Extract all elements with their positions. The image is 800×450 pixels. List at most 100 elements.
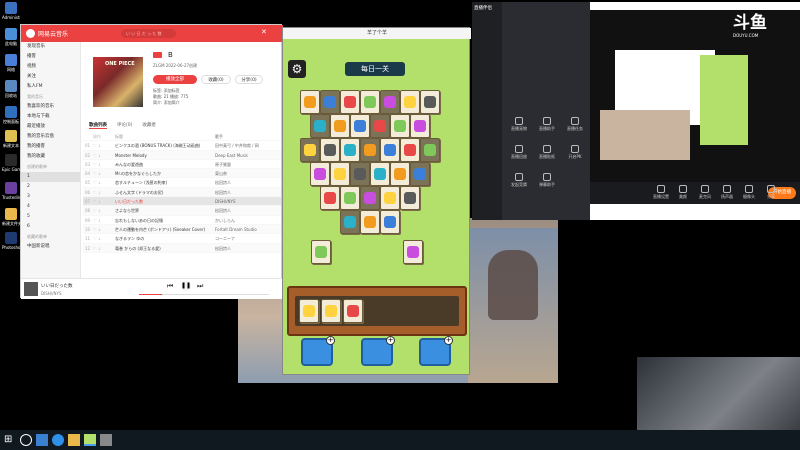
game-tile[interactable] <box>330 114 350 138</box>
game-tile[interactable] <box>340 186 360 210</box>
douyu-tool-button[interactable]: 发起竞猜 <box>508 173 530 189</box>
douyu-bottom-tool[interactable]: 分享 <box>760 185 782 201</box>
game-tile[interactable] <box>380 90 400 114</box>
sidebar-item[interactable]: 本地与下载 <box>21 112 80 122</box>
desktop-icon[interactable]: Administrator <box>2 2 20 28</box>
song-actions-icon[interactable]: ♡ ↓ <box>93 225 115 233</box>
sidebar-item[interactable]: 最近播放 <box>21 122 80 132</box>
table-row[interactable]: 01 ♡ ↓ ビンクスの酒 (BONUS TRACK) (海贼王动画曲) 田中真弓 /… <box>83 141 281 151</box>
sidebar-item[interactable]: 关注 <box>21 72 80 82</box>
game-tile[interactable] <box>390 114 410 138</box>
app-task-icon[interactable] <box>100 434 112 446</box>
windows-start-icon[interactable]: ⊞ <box>4 434 16 446</box>
desktop-icon[interactable]: 网络 <box>2 54 20 80</box>
tab-comments[interactable]: 评论(0) <box>117 122 132 129</box>
table-row[interactable]: 10 ♡ ↓ 芒人の運動を内芒 (ボンドアリ) (Sneaker Cover) For… <box>83 224 281 235</box>
song-actions-icon[interactable]: ♡ ↓ <box>93 244 115 252</box>
song-actions-icon[interactable]: ♡ ↓ <box>93 160 115 168</box>
douyu-bottom-tool[interactable]: 扬声器 <box>716 185 738 201</box>
song-actions-icon[interactable]: ♡ ↓ <box>93 169 115 177</box>
game-tile[interactable] <box>370 114 390 138</box>
desktop-icon[interactable]: 新建文件夹 <box>2 208 20 234</box>
table-row[interactable]: 04 ♡ ↓ Mr.の恋をかなぐらしたか 東山奈 <box>83 169 281 179</box>
song-actions-icon[interactable]: ♡ ↓ <box>93 178 115 186</box>
tab-songs[interactable]: 歌曲列表 <box>89 122 107 129</box>
desktop-icon[interactable]: 此电脑 <box>2 28 20 54</box>
search-input[interactable]: い い 日 だ っ た 数 <box>121 29 176 38</box>
next-track-icon[interactable]: ⏭ <box>197 282 203 291</box>
settings-gear-icon[interactable]: ⚙ <box>288 60 306 78</box>
sidebar-item[interactable]: 发现音乐 <box>21 42 80 52</box>
douyu-bottom-tool[interactable]: 直播设置 <box>650 185 672 201</box>
game-tile[interactable] <box>360 138 380 162</box>
desktop-icon[interactable]: Epic Games Launcher <box>2 154 20 180</box>
tool-shuffle-button[interactable]: + <box>419 336 453 366</box>
sidebar-item[interactable]: 我的音乐云盘 <box>21 132 80 142</box>
game-tile[interactable] <box>420 90 440 114</box>
taskview-icon[interactable] <box>36 434 48 446</box>
sidebar-item[interactable]: 私人FM <box>21 82 80 92</box>
side-stack-tile[interactable] <box>311 240 331 264</box>
douyu-tool-button[interactable]: 直播任务 <box>564 117 586 133</box>
sidebar-item[interactable]: 2 <box>21 182 80 192</box>
close-icon[interactable]: ✕ <box>261 28 267 36</box>
table-row[interactable]: 06 ♡ ↓ ふせん文字 (ドラマのお尻) 松田詩人 <box>83 187 281 198</box>
sidebar-item[interactable]: 4 <box>21 202 80 212</box>
game-tile[interactable] <box>360 210 380 234</box>
play-all-button[interactable]: 播放全部 <box>153 75 197 84</box>
game-tile[interactable] <box>340 138 360 162</box>
douyu-bottom-tool[interactable]: 摄像头 <box>738 185 760 201</box>
game-tile[interactable] <box>400 90 420 114</box>
douyu-tool-button[interactable]: 直播助手 <box>536 117 558 133</box>
table-row[interactable]: 09 ♡ ↓ 忘れもしないあの日の記憶 かいしらん <box>83 216 281 225</box>
game-tile[interactable] <box>420 138 440 162</box>
sidebar-item[interactable]: 5 <box>21 212 80 222</box>
game-tile[interactable] <box>400 138 420 162</box>
douyu-tool-button[interactable]: 直播贴纸 <box>536 145 558 161</box>
game-tile[interactable] <box>340 210 360 234</box>
game-tile[interactable] <box>320 138 340 162</box>
sidebar-item[interactable]: 视频 <box>21 62 80 72</box>
game-tile[interactable] <box>340 90 360 114</box>
game-tile[interactable] <box>380 210 400 234</box>
edge-icon[interactable] <box>52 434 64 446</box>
song-actions-icon[interactable]: ♡ ↓ <box>93 234 115 242</box>
song-actions-icon[interactable]: ♡ ↓ <box>93 216 115 224</box>
song-actions-icon[interactable]: ♡ ↓ <box>93 188 115 196</box>
sidebar-item[interactable]: 我的播客 <box>21 142 80 152</box>
sidebar-item[interactable]: 收藏的歌单 <box>21 232 80 242</box>
sidebar-item[interactable]: 创建的歌单 <box>21 162 80 172</box>
explorer-icon[interactable] <box>68 434 80 446</box>
game-tile[interactable] <box>380 138 400 162</box>
sidebar-item[interactable]: 我的音乐 <box>21 92 80 102</box>
sidebar-item[interactable]: 中国新说唱 <box>21 242 80 252</box>
song-actions-icon[interactable]: ♡ ↓ <box>93 141 115 149</box>
game-tile[interactable] <box>360 90 380 114</box>
game-tile[interactable] <box>310 162 330 186</box>
table-row[interactable]: 12 ♡ ↓ 竜巻 からの (邦王なる愛) 松田詩人 <box>83 243 281 253</box>
sidebar-item[interactable]: 6 <box>21 222 80 232</box>
search-icon[interactable] <box>20 434 32 446</box>
game-tile[interactable] <box>300 138 320 162</box>
game-tile[interactable] <box>320 90 340 114</box>
tool-undo-button[interactable]: + <box>361 336 395 366</box>
game-task-icon[interactable] <box>84 434 96 446</box>
game-tile[interactable] <box>360 186 380 210</box>
game-tile[interactable] <box>390 162 410 186</box>
desktop-icon[interactable]: Photoshop <box>2 232 20 258</box>
game-tile[interactable] <box>350 162 370 186</box>
table-row[interactable]: 03 ♡ ↓ みんなの愛遊曲 原子質量 <box>83 160 281 170</box>
side-stack-tile[interactable] <box>403 240 423 264</box>
sidebar-item[interactable]: 3 <box>21 192 80 202</box>
game-tile[interactable] <box>320 186 340 210</box>
table-row[interactable]: 05 ♡ ↓ 恋すルチューン (浅葱の約束) 松田詩人 <box>83 178 281 188</box>
douyu-tool-button[interactable]: 弹幕助手 <box>536 173 558 189</box>
sidebar-item[interactable]: 1 <box>21 172 80 182</box>
douyu-tool-button[interactable]: 开启PK <box>564 145 586 161</box>
tab-collectors[interactable]: 收藏者 <box>142 122 156 129</box>
desktop-icon[interactable]: Trustedins... <box>2 182 20 208</box>
progress-track[interactable] <box>139 294 269 295</box>
tool-remove-button[interactable]: + <box>301 336 335 366</box>
game-tile[interactable] <box>330 162 350 186</box>
game-tile[interactable] <box>380 186 400 210</box>
